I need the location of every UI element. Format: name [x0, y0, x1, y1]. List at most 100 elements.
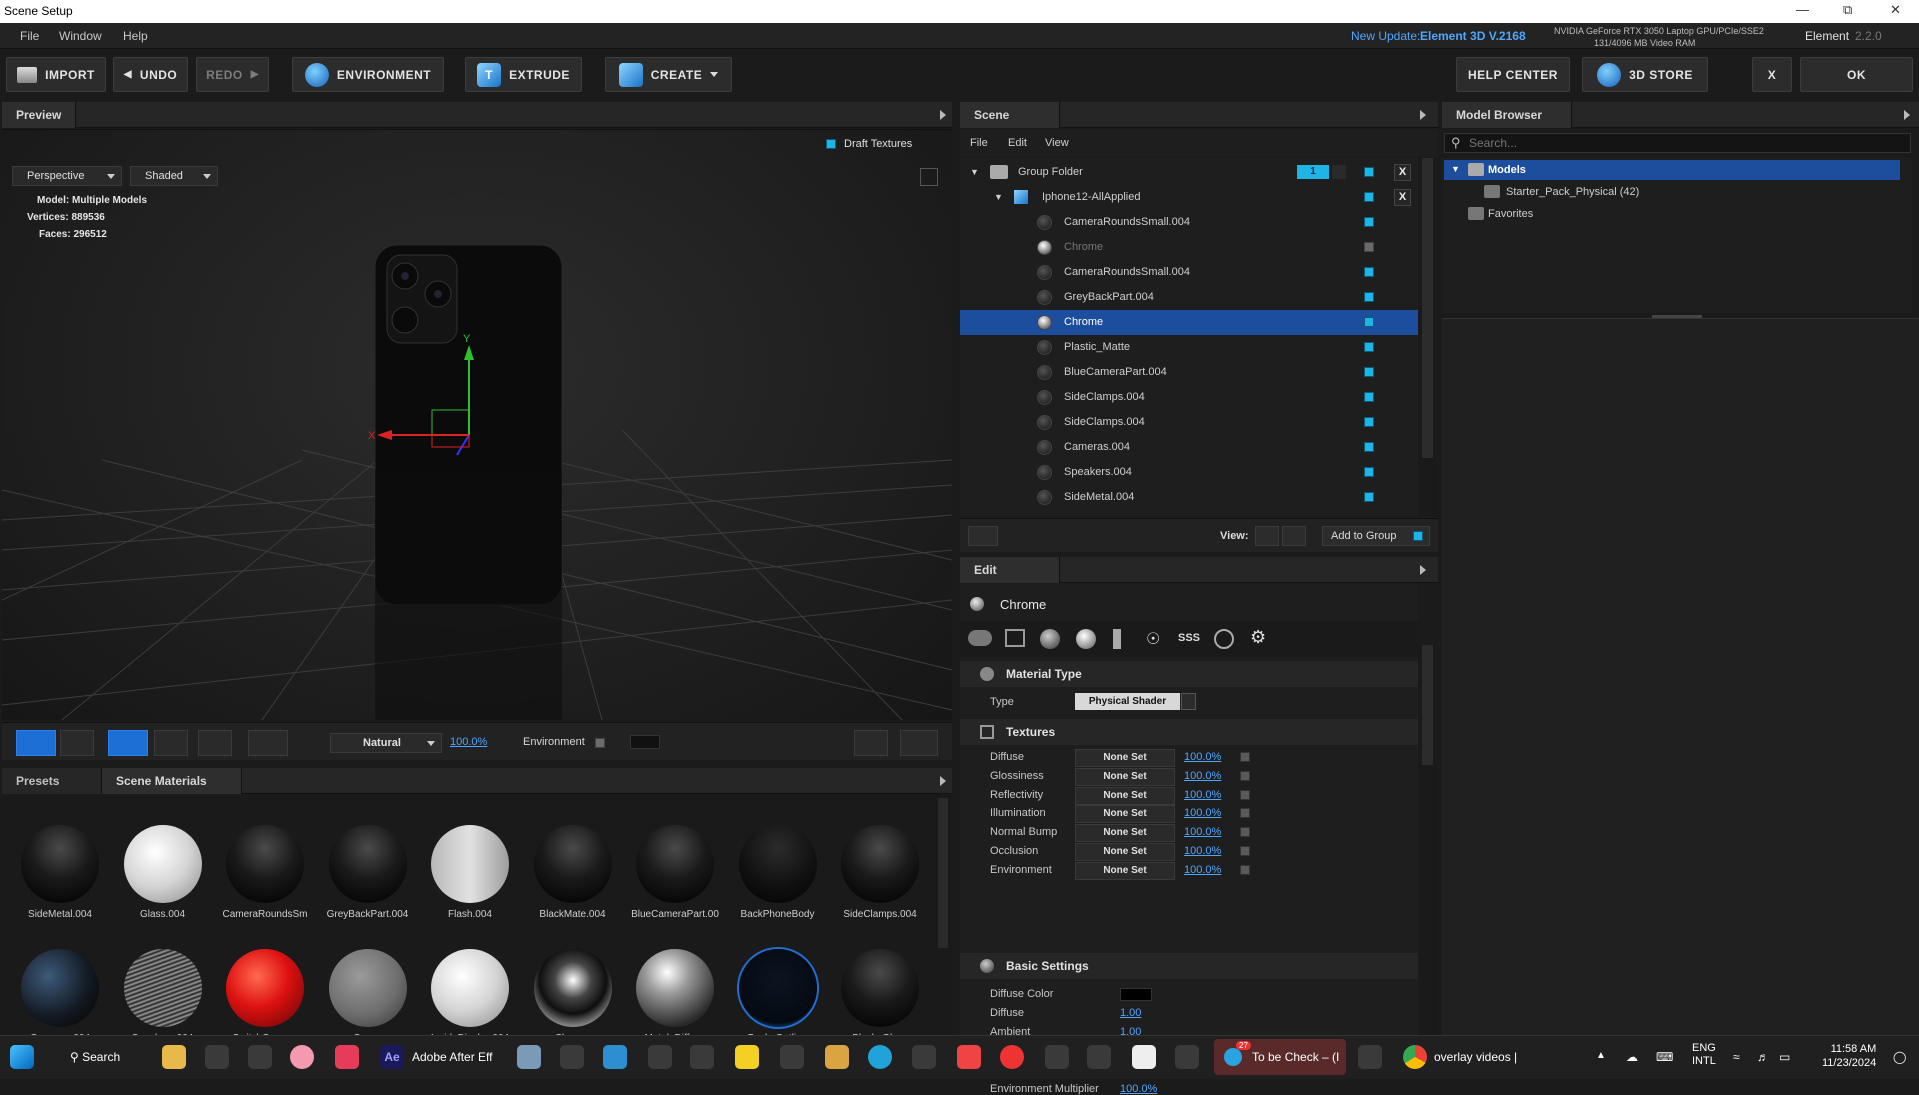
scene-menu-view[interactable]: View — [1045, 137, 1069, 149]
texture-toggle-checkbox[interactable] — [1240, 789, 1250, 800]
minimize-icon[interactable]: — — [1796, 2, 1809, 17]
camera-tool-icon[interactable] — [16, 730, 56, 756]
tab-preview[interactable]: Preview — [2, 102, 77, 128]
import-button[interactable]: IMPORT — [6, 57, 106, 92]
material-swatch[interactable] — [123, 825, 202, 903]
app-icon[interactable] — [1087, 1045, 1111, 1069]
group-visibility-checkbox[interactable] — [1364, 167, 1374, 177]
material-swatch[interactable] — [123, 949, 202, 1027]
wifi-icon[interactable]: ≈ — [1733, 1050, 1740, 1064]
model-search-input[interactable] — [1469, 135, 1899, 151]
remove-group-button[interactable]: X — [1394, 164, 1411, 181]
select-tool-icon[interactable] — [60, 730, 94, 756]
materials-scrollbar[interactable] — [938, 798, 948, 948]
tab-presets[interactable]: Presets — [2, 768, 102, 794]
app-icon[interactable] — [912, 1045, 936, 1069]
clock[interactable]: 11:58 AM 11/23/2024 — [1822, 1042, 1876, 1070]
expand-icon[interactable]: ▼ — [1451, 164, 1460, 174]
environment-swatch[interactable] — [630, 735, 660, 749]
texture-slot-button[interactable]: None Set — [1075, 824, 1175, 843]
scene-item-row[interactable]: CameraRoundsSmall.004 — [960, 210, 1418, 235]
scene-item-visibility-checkbox[interactable] — [1364, 417, 1374, 427]
draft-textures-checkbox[interactable] — [826, 139, 836, 149]
texture-slot-button[interactable]: None Set — [1075, 786, 1175, 805]
panel-arrow-icon[interactable] — [1420, 565, 1426, 575]
material-swatch[interactable] — [431, 949, 509, 1027]
scene-item-visibility-checkbox[interactable] — [1364, 342, 1374, 352]
lightbulb-icon[interactable]: ☉ — [1146, 629, 1164, 649]
material-swatch[interactable] — [431, 825, 509, 903]
shading-dropdown[interactable]: Shaded — [130, 166, 218, 186]
texture-percent[interactable]: 100.0% — [1184, 845, 1221, 857]
app-icon[interactable] — [648, 1045, 672, 1069]
target-icon[interactable] — [854, 730, 888, 756]
favorites-row[interactable]: Favorites — [1444, 204, 1900, 224]
scene-item-visibility-checkbox[interactable] — [1364, 367, 1374, 377]
ok-button[interactable]: OK — [1800, 57, 1913, 92]
scene-item-row[interactable]: Speakers.004 — [960, 460, 1418, 485]
material-swatch[interactable] — [636, 825, 714, 903]
edge-icon[interactable] — [868, 1045, 892, 1069]
app-icon[interactable] — [517, 1045, 541, 1069]
expand-icon[interactable]: ▼ — [970, 167, 979, 177]
maximize-viewport-icon[interactable] — [920, 168, 938, 186]
3d-viewport[interactable]: Y X Perspective Shaded Model: Multiple M… — [2, 130, 952, 720]
texture-toggle-checkbox[interactable] — [1240, 808, 1250, 819]
tab-scene-materials[interactable]: Scene Materials — [102, 768, 242, 794]
bump-icon[interactable] — [1113, 629, 1121, 649]
app-icon[interactable] — [735, 1045, 759, 1069]
app-icon[interactable] — [1358, 1045, 1382, 1069]
illumination-icon[interactable] — [1214, 629, 1234, 649]
cancel-button[interactable]: X — [1752, 57, 1792, 92]
texture-toggle-checkbox[interactable] — [1240, 827, 1250, 838]
after-effects-icon[interactable]: Ae — [380, 1045, 404, 1069]
material-swatch[interactable] — [841, 825, 919, 903]
material-swatch[interactable] — [533, 949, 612, 1027]
telegram-taskbar-button[interactable]: 27 To be Check – (I — [1214, 1039, 1346, 1075]
scene-item-row[interactable]: GreyBackPart.004 — [960, 285, 1418, 310]
type-dropdown-chevron[interactable] — [1181, 693, 1196, 710]
tab-model-browser[interactable]: Model Browser — [1442, 102, 1572, 128]
texture-percent[interactable]: 100.0% — [1184, 751, 1221, 763]
texture-slot-button[interactable]: None Set — [1075, 749, 1175, 767]
models-row[interactable]: ▼ Models — [1444, 160, 1900, 180]
menu-window[interactable]: Window — [59, 29, 102, 43]
volume-icon[interactable]: ♬ — [1757, 1050, 1769, 1064]
material-swatch[interactable] — [841, 949, 919, 1027]
create-button[interactable]: CREATE — [605, 57, 732, 92]
scene-item-row[interactable]: BlueCameraPart.004 — [960, 360, 1418, 385]
app-icon[interactable] — [957, 1045, 981, 1069]
scene-item-visibility-checkbox[interactable] — [1364, 492, 1374, 502]
3d-store-button[interactable]: 3D STORE — [1582, 57, 1708, 92]
menu-file[interactable]: File — [20, 29, 39, 43]
app-icon[interactable] — [335, 1045, 359, 1069]
scene-item-row[interactable]: SideClamps.004 — [960, 410, 1418, 435]
group-folder-row[interactable]: ▼ Group Folder 1 X — [960, 160, 1418, 185]
app-icon[interactable] — [1000, 1045, 1024, 1069]
app-icon[interactable] — [560, 1045, 584, 1069]
scene-menu-file[interactable]: File — [970, 137, 988, 149]
scene-item-row[interactable]: SideMetal.004 — [960, 485, 1418, 510]
scene-scrollbar[interactable] — [1419, 158, 1436, 516]
app-icon[interactable] — [1175, 1045, 1199, 1069]
taskbar-search[interactable]: ⚲ Search — [70, 1050, 120, 1064]
windows-start-icon[interactable] — [10, 1045, 34, 1069]
restore-icon[interactable]: ⧉ — [1843, 2, 1852, 18]
texture-slot-button[interactable]: None Set — [1075, 861, 1175, 880]
undo-button[interactable]: ◀ UNDO — [113, 57, 188, 92]
texture-toggle-checkbox[interactable] — [1240, 752, 1250, 762]
texture-percent[interactable]: 100.0% — [1184, 770, 1221, 782]
chevron-up-icon[interactable]: ▲ — [1596, 1050, 1606, 1061]
scene-item-row[interactable]: SideClamps.004 — [960, 385, 1418, 410]
scene-item-row[interactable]: Chrome — [960, 235, 1418, 260]
edit-scrollbar[interactable] — [1419, 645, 1436, 1053]
axis-tool-icon[interactable] — [248, 730, 288, 756]
redo-button[interactable]: REDO ▶ — [196, 57, 269, 92]
app-icon[interactable] — [690, 1045, 714, 1069]
splitter-handle[interactable] — [1652, 315, 1702, 318]
move-tool-icon[interactable] — [108, 730, 148, 756]
gear-icon[interactable]: ⚙ — [1250, 627, 1266, 648]
view-texture-icon[interactable] — [1282, 526, 1306, 546]
texture-icon[interactable] — [1005, 629, 1025, 647]
material-swatch[interactable] — [328, 949, 407, 1027]
